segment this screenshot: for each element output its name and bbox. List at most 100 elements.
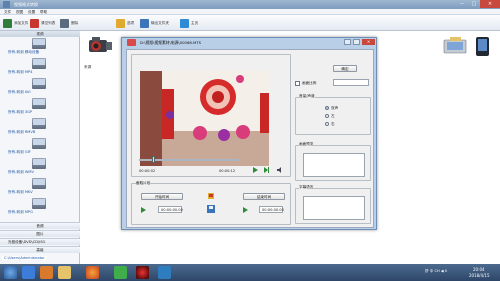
clear-icon xyxy=(30,18,39,28)
tray-icons[interactable]: 拼 中 CH ◀ 0 xyxy=(425,269,447,274)
end-play-icon[interactable] xyxy=(243,207,248,214)
minimize-button[interactable]: － xyxy=(456,0,468,8)
folder-icon[interactable] xyxy=(58,266,71,279)
video-preview[interactable] xyxy=(140,71,269,166)
preview-side-box xyxy=(303,153,365,177)
3gp-icon xyxy=(32,98,46,109)
play-button[interactable] xyxy=(253,167,258,174)
dialog-maximize-button[interactable] xyxy=(353,39,360,45)
save-icon[interactable] xyxy=(207,205,215,213)
mobile-device-icon xyxy=(32,38,46,49)
end-time-button[interactable]: 结束时间 xyxy=(243,193,285,200)
cut-icon xyxy=(207,192,215,200)
output-folder-icon xyxy=(140,18,149,28)
confirm-button[interactable]: 确定 xyxy=(333,65,357,72)
add-file-icon xyxy=(3,18,12,28)
clock-time[interactable]: 20:04 xyxy=(473,267,485,272)
converter-icon[interactable] xyxy=(158,266,171,279)
toolbar-add-file[interactable]: 添加文件 xyxy=(3,18,28,28)
aspect-field[interactable] xyxy=(333,79,369,86)
format-item-rmvb[interactable]: 所有-转到 RMVB xyxy=(2,117,78,137)
audio-group-title: 音量/声道 xyxy=(299,94,315,99)
status-path: C:\Users\Administrator xyxy=(2,256,47,260)
firefox-icon[interactable] xyxy=(86,266,99,279)
format-item-gif[interactable]: 所有-转到 GIF xyxy=(2,137,78,157)
format-item-mp4[interactable]: 所有-转到 MP4 xyxy=(2,57,78,77)
preview-side-title: 画面预览 xyxy=(299,142,314,147)
watermark-brand: Baidu 经验 xyxy=(394,234,478,252)
start-time-button[interactable]: 开始时间 xyxy=(141,193,183,200)
radio-left[interactable] xyxy=(325,114,329,118)
toolbar: 添加文件 清空列表 删除 选项 输出文件夹 主页 xyxy=(0,15,500,31)
toolbar-delete[interactable]: 删除 xyxy=(60,18,78,28)
delete-icon xyxy=(60,18,69,28)
clock-date[interactable]: 2018/4/15 xyxy=(469,273,490,278)
gif-icon xyxy=(32,138,46,149)
crop-group-title: 截取片段 xyxy=(136,181,151,186)
radio-right[interactable] xyxy=(325,122,329,126)
avi-icon xyxy=(32,78,46,89)
volume-icon[interactable] xyxy=(277,167,283,174)
category-image[interactable]: 图片 xyxy=(0,230,80,237)
wmv-icon xyxy=(32,158,46,169)
options-icon xyxy=(116,18,125,28)
home-icon xyxy=(180,18,189,28)
seek-thumb[interactable] xyxy=(152,156,155,163)
format-item-mkv[interactable]: 所有-转到 MKV xyxy=(2,177,78,197)
edit-dialog: D:\视频\视频素材\电源\00068.MTS × 00:00:02 00:00… xyxy=(121,37,377,230)
dialog-title: D:\视频\视频素材\电源\00068.MTS xyxy=(140,40,201,45)
maximize-button[interactable]: □ xyxy=(468,0,480,8)
camera-icon xyxy=(87,35,113,55)
dialog-body: 00:00:02 00:00:12 截取片段 开始时间 结束时间 00:00:0… xyxy=(126,49,374,228)
subtitle-box[interactable] xyxy=(303,196,365,220)
category-audio[interactable]: 音频 xyxy=(0,222,80,229)
record-icon[interactable] xyxy=(136,266,149,279)
mkv-icon xyxy=(32,178,46,189)
format-panel: 视频 所有-转到 移动设备 所有-转到 MP4 所有-转到 AVI 所有-转到 … xyxy=(0,31,80,264)
radio-right-label: 右 xyxy=(331,122,335,126)
title-bar: 视频格式转换 － □ × xyxy=(0,0,500,9)
taskbar: C:\Users\Administrator 拼 中 CH ◀ 0 20:04 … xyxy=(0,256,500,281)
radio-stereo[interactable] xyxy=(325,106,329,110)
close-button[interactable]: × xyxy=(480,0,500,8)
category-disc[interactable]: 光驱设备\DVD\CD\ISO xyxy=(0,238,80,245)
mpg-icon xyxy=(32,198,46,209)
player-icon[interactable] xyxy=(114,266,127,279)
start-time-field[interactable]: 00:00:00.00 xyxy=(158,206,183,213)
crop-group xyxy=(131,183,291,225)
dialog-icon xyxy=(127,39,136,46)
toolbar-clear-list[interactable]: 清空列表 xyxy=(30,18,55,28)
format-item-wmv[interactable]: 所有-转到 WMV xyxy=(2,157,78,177)
format-item-mpg[interactable]: 所有-转到 MPG xyxy=(2,197,78,217)
ie-icon[interactable] xyxy=(22,266,35,279)
dialog-minimize-button[interactable] xyxy=(344,39,351,45)
end-time-field[interactable]: 00:00:00.00 xyxy=(259,206,284,213)
window-title: 视频格式转换 xyxy=(14,2,38,7)
watermark-url: jingyan.baidu.com xyxy=(396,254,452,261)
rmvb-icon xyxy=(32,118,46,129)
toolbar-home[interactable]: 主页 xyxy=(180,18,198,28)
source-label: 来源 xyxy=(84,65,92,69)
format-item-avi[interactable]: 所有-转到 AVI xyxy=(2,77,78,97)
format-item-3gp[interactable]: 所有-转到 3GP xyxy=(2,97,78,117)
mp4-icon xyxy=(32,58,46,69)
aspect-label: 画面比例 xyxy=(302,81,317,85)
system-tray: 拼 中 CH ◀ 0 20:04 2018/4/15 xyxy=(425,266,500,280)
toolbar-options[interactable]: 选项 xyxy=(116,18,134,28)
end-timecode: 00:00:12 xyxy=(219,169,236,173)
start-timecode: 00:00:02 xyxy=(139,169,156,173)
media-icon[interactable] xyxy=(40,266,53,279)
aspect-checkbox[interactable] xyxy=(295,81,300,86)
next-frame-button[interactable] xyxy=(264,167,269,174)
subtitle-group-title: 字幕语言 xyxy=(299,185,314,190)
radio-stereo-label: 双声 xyxy=(331,106,339,110)
radio-left-label: 左 xyxy=(331,114,335,118)
toolbar-output-folder[interactable]: 输出文件夹 xyxy=(140,18,169,28)
start-play-icon[interactable] xyxy=(141,207,146,214)
dialog-close-button[interactable]: × xyxy=(362,39,375,45)
app-icon xyxy=(3,1,10,8)
start-icon[interactable] xyxy=(4,266,17,279)
format-item-mobile[interactable]: 所有-转到 移动设备 xyxy=(2,37,78,57)
devices-icon xyxy=(440,35,496,57)
category-advanced[interactable]: 高级 xyxy=(0,246,80,253)
